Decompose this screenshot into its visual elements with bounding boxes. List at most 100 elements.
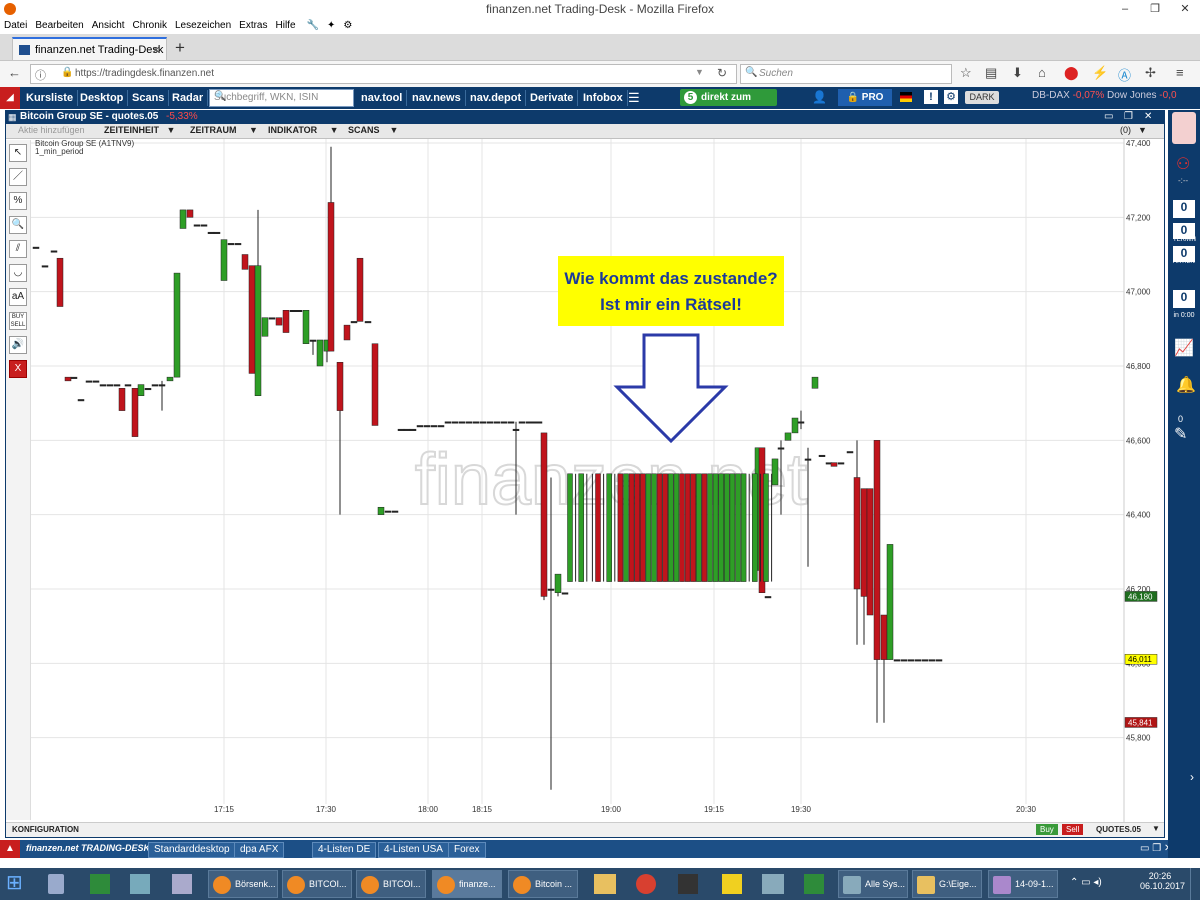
tools-icon[interactable] bbox=[172, 874, 192, 894]
depot-button[interactable]: 5 direkt zum Depot bbox=[680, 89, 777, 120]
info-icon[interactable]: ⓘ bbox=[35, 67, 46, 83]
indicator-dropdown[interactable]: INDIKATOR ▼ bbox=[268, 125, 339, 135]
search-icon[interactable]: 🔍 bbox=[214, 91, 350, 102]
channel-tool-icon[interactable]: ⫽ bbox=[9, 240, 27, 258]
search-bar[interactable]: 🔍 Suchen bbox=[740, 64, 952, 84]
account-icon[interactable]: Ⓐ bbox=[1118, 65, 1131, 84]
hamburger-menu-icon[interactable]: ≡ bbox=[1176, 65, 1184, 80]
app-icon[interactable] bbox=[678, 874, 698, 894]
menu-extras[interactable]: Extras bbox=[235, 18, 271, 33]
extension-icon[interactable]: ✢ bbox=[1145, 65, 1156, 81]
nav-tool[interactable]: nav.tool bbox=[357, 90, 408, 106]
clock[interactable]: 20:26 06.10.2017 bbox=[1140, 871, 1185, 891]
desktop-tab-forex[interactable]: Forex bbox=[448, 842, 486, 858]
expand-right-icon[interactable]: › bbox=[1190, 770, 1194, 784]
task-g-eige[interactable]: G:\Eige... bbox=[912, 870, 982, 898]
network-icon[interactable] bbox=[762, 874, 784, 894]
menu-datei[interactable]: Datei bbox=[0, 18, 31, 33]
wrench-icon[interactable]: 🔧 bbox=[303, 18, 323, 33]
bell-icon[interactable]: 🔔 bbox=[1176, 375, 1196, 395]
cursor-tool-icon[interactable]: ↖ bbox=[9, 144, 27, 162]
line-tool-icon[interactable]: ／ bbox=[9, 168, 27, 186]
add-stock-button[interactable]: Aktie hinzufügen bbox=[18, 125, 85, 135]
chart-options-dropdown[interactable]: ▼ bbox=[1138, 125, 1147, 135]
timerange-dropdown[interactable]: ZEITRAUM ▼ bbox=[190, 125, 258, 135]
sound-tool-icon[interactable]: 🔊 bbox=[9, 336, 27, 354]
buy-button[interactable]: Buy bbox=[1036, 824, 1058, 835]
task-alle-sys[interactable]: Alle Sys... bbox=[838, 870, 908, 898]
arc-tool-icon[interactable]: ◡ bbox=[9, 264, 27, 282]
pro-button[interactable]: 🔒 PRO bbox=[838, 89, 892, 106]
alert-icon[interactable]: ! bbox=[924, 90, 938, 104]
dark-mode-toggle[interactable]: DARK bbox=[965, 91, 999, 104]
events-count[interactable]: 0 bbox=[1173, 290, 1195, 308]
excel-app-icon[interactable] bbox=[804, 874, 824, 894]
menu-chronik[interactable]: Chronik bbox=[129, 18, 171, 33]
nav-depot[interactable]: nav.depot bbox=[466, 90, 527, 106]
menu-hilfe[interactable]: Hilfe bbox=[272, 18, 300, 33]
desktop-tab-dpa-afx[interactable]: dpa AFX bbox=[234, 842, 285, 858]
show-desktop-button[interactable] bbox=[1190, 868, 1200, 900]
desktop-tab-4-listen-de[interactable]: 4-Listen DE bbox=[312, 842, 377, 858]
task-14-09[interactable]: 14-09-1... bbox=[988, 870, 1058, 898]
minimize-button[interactable]: – bbox=[1110, 0, 1140, 18]
nav-kursliste[interactable]: Kursliste bbox=[22, 90, 79, 106]
bookmark-star-icon[interactable]: ☆ bbox=[960, 65, 972, 81]
download-icon[interactable]: ⬇ bbox=[1012, 65, 1023, 81]
minimize-chart-icon[interactable]: ▭ bbox=[1104, 111, 1113, 122]
restore-chart-icon[interactable]: ❐ bbox=[1124, 111, 1133, 122]
tray-icons[interactable]: ⌃ ▭ ◂) bbox=[1070, 877, 1102, 888]
adblock-icon[interactable]: ⬤ bbox=[1064, 65, 1079, 81]
app-search-input[interactable]: Suchbegriff, WKN, ISIN 🔍 bbox=[209, 89, 354, 107]
app-menu-icon[interactable]: ☰ bbox=[628, 90, 640, 106]
nav-news[interactable]: nav.news bbox=[408, 90, 466, 106]
excel-app-icon[interactable] bbox=[90, 874, 110, 894]
back-icon[interactable]: ← bbox=[8, 65, 21, 80]
signal-icon[interactable]: ⚇ bbox=[1176, 154, 1190, 174]
percent-tool-icon[interactable]: % bbox=[9, 192, 27, 210]
text-tool-icon[interactable]: aA bbox=[9, 288, 27, 306]
pencil-icon[interactable]: ✎ bbox=[1174, 424, 1187, 444]
candlestick-chart[interactable]: finanzen.net 47,40047,20047,00046,80046,… bbox=[31, 139, 1164, 822]
reload-icon[interactable]: ↻ bbox=[717, 66, 727, 80]
zoom-tool-icon[interactable]: 🔍 bbox=[9, 216, 27, 234]
url-bar[interactable]: ⓘ 🔒 https://tradingdesk.finanzen.net ▼ ↻ bbox=[30, 64, 737, 84]
folder-icon[interactable] bbox=[594, 874, 616, 894]
new-tab-icon[interactable]: + bbox=[175, 38, 185, 58]
puzzle-icon[interactable]: ✦ bbox=[323, 18, 339, 33]
task-bitcoin[interactable]: Bitcoin ... bbox=[508, 870, 578, 898]
scans-dropdown[interactable]: SCANS ▼ bbox=[348, 125, 398, 135]
desktop-tab-standard[interactable]: Standarddesktop bbox=[148, 842, 236, 858]
home-icon[interactable]: ⌂ bbox=[1038, 65, 1046, 80]
app-icon[interactable] bbox=[722, 874, 742, 894]
app-logo-icon[interactable]: ◢ bbox=[0, 87, 20, 109]
avatar[interactable] bbox=[1172, 112, 1196, 144]
chart-line-icon[interactable]: 📈 bbox=[1174, 338, 1194, 358]
menu-ansicht[interactable]: Ansicht bbox=[88, 18, 129, 33]
nav-desktop[interactable]: Desktop bbox=[76, 90, 129, 106]
addon-icon[interactable]: ⚡ bbox=[1092, 65, 1108, 81]
nav-radar[interactable]: Radar bbox=[168, 90, 209, 106]
close-chart-icon[interactable]: ✕ bbox=[1144, 111, 1152, 122]
app-icon[interactable] bbox=[130, 874, 150, 894]
task-bitcoi-2[interactable]: BITCOI... bbox=[356, 870, 426, 898]
task-finanze[interactable]: finanze... bbox=[432, 870, 502, 898]
buy-sell-tool-icon[interactable]: BUY SELL bbox=[9, 312, 27, 330]
nav-infobox[interactable]: Infobox bbox=[579, 90, 628, 106]
sell-button[interactable]: Sell bbox=[1062, 824, 1084, 835]
flag-de-icon[interactable] bbox=[900, 92, 912, 102]
calculator-icon[interactable] bbox=[48, 874, 64, 894]
configuration-button[interactable]: KONFIGURATION bbox=[12, 825, 79, 834]
start-button-icon[interactable]: ⊞ bbox=[6, 872, 28, 894]
timeunit-dropdown[interactable]: ZEITEINHEIT ▼ bbox=[104, 125, 175, 135]
dropdown-icon[interactable]: ▼ bbox=[695, 67, 704, 77]
delete-tool-icon[interactable]: X bbox=[9, 360, 27, 378]
menu-bearbeiten[interactable]: Bearbeiten bbox=[31, 18, 87, 33]
settings-icon[interactable]: ⚙ bbox=[944, 90, 958, 104]
browser-tab[interactable]: finanzen.net Trading-Desk × bbox=[12, 37, 167, 60]
desktop-tab-4-listen-usa[interactable]: 4-Listen USA bbox=[378, 842, 449, 858]
gear-icon[interactable]: ⚙ bbox=[339, 18, 356, 33]
close-tab-icon[interactable]: × bbox=[152, 42, 160, 57]
maximize-button[interactable]: ❐ bbox=[1140, 0, 1170, 18]
status-options-icon[interactable]: ▼ bbox=[1152, 824, 1160, 833]
